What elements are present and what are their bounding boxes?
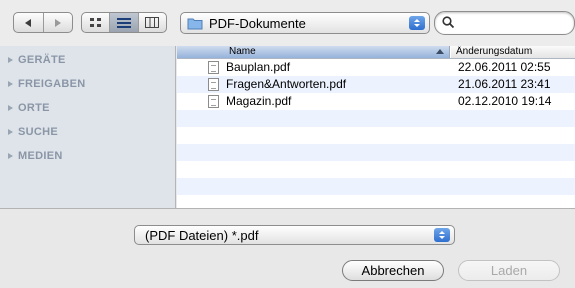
divider: [0, 208, 575, 209]
forward-button[interactable]: [44, 13, 73, 32]
icon-grid-icon: [89, 17, 101, 27]
file-name: Magazin.pdf: [226, 94, 292, 108]
disclosure-triangle-icon: [8, 81, 13, 87]
back-button[interactable]: [14, 13, 44, 32]
arrow-right-icon: [54, 18, 61, 27]
search-input[interactable]: [434, 11, 575, 35]
load-button[interactable]: Laden: [458, 260, 560, 281]
columns-icon: [145, 17, 160, 28]
empty-row: [177, 195, 575, 208]
column-view-button[interactable]: [139, 13, 166, 32]
file-name: Fragen&Antworten.pdf: [226, 77, 347, 91]
empty-row: [177, 161, 575, 178]
file-modified: 22.06.2011 02:55: [458, 60, 551, 74]
sidebar-item-label: SUCHE: [18, 126, 59, 138]
sidebar-item-shared[interactable]: FREIGABEN: [8, 78, 85, 90]
empty-row: [177, 127, 575, 144]
location-popup[interactable]: PDF-Dokumente: [180, 12, 430, 34]
sort-ascending-icon: [436, 49, 444, 54]
icon-view-button[interactable]: [82, 13, 111, 32]
sidebar-item-label: ORTE: [18, 102, 50, 114]
disclosure-triangle-icon: [8, 57, 13, 63]
sidebar-item-places[interactable]: ORTE: [8, 102, 50, 114]
file-row[interactable]: Fragen&Antworten.pdf 21.06.2011 23:41: [177, 76, 575, 93]
empty-row: [177, 178, 575, 195]
sidebar-item-search[interactable]: SUCHE: [8, 126, 58, 138]
empty-row: [177, 110, 575, 127]
disclosure-triangle-icon: [8, 153, 13, 159]
folder-icon: [187, 18, 203, 29]
popup-arrows-icon: [434, 228, 450, 242]
file-list: Name Änderungsdatum Bauplan.pdf 22.06.20…: [177, 46, 575, 208]
disclosure-triangle-icon: [8, 129, 13, 135]
location-label: PDF-Dokumente: [209, 15, 306, 31]
popup-arrows-icon: [409, 16, 425, 30]
file-modified: 21.06.2011 23:41: [458, 77, 551, 91]
history-navigation: [13, 12, 73, 33]
sidebar-item-label: GERÄTE: [18, 54, 66, 66]
list-header: Name Änderungsdatum: [177, 46, 575, 59]
sidebar-item-devices[interactable]: GERÄTE: [8, 54, 66, 66]
list-view-button[interactable]: [110, 13, 139, 32]
document-icon: [208, 78, 219, 91]
file-type-label: (PDF Dateien) *.pdf: [145, 227, 259, 243]
sidebar-item-media[interactable]: MEDIEN: [8, 150, 63, 162]
file-modified: 02.12.2010 19:14: [458, 94, 552, 108]
column-header-label: Änderungsdatum: [456, 46, 533, 57]
disclosure-triangle-icon: [8, 105, 13, 111]
view-mode-switcher: [81, 12, 167, 33]
file-row[interactable]: Magazin.pdf 02.12.2010 19:14: [177, 93, 575, 110]
column-header-label: Name: [229, 46, 256, 57]
sidebar: GERÄTE FREIGABEN ORTE SUCHE MEDIEN: [0, 46, 176, 208]
sidebar-item-label: FREIGABEN: [18, 78, 86, 90]
column-header-modified[interactable]: Änderungsdatum: [451, 46, 575, 58]
arrow-left-icon: [25, 18, 32, 27]
sidebar-item-label: MEDIEN: [18, 150, 63, 162]
file-row[interactable]: Bauplan.pdf 22.06.2011 02:55: [177, 59, 575, 76]
file-type-popup[interactable]: (PDF Dateien) *.pdf: [134, 225, 455, 245]
document-icon: [208, 61, 219, 74]
empty-row: [177, 144, 575, 161]
column-header-name[interactable]: Name: [177, 46, 450, 58]
cancel-button[interactable]: Abbrechen: [342, 260, 444, 281]
search-icon: [442, 16, 455, 29]
list-lines-icon: [116, 18, 131, 28]
document-icon: [208, 95, 219, 108]
file-name: Bauplan.pdf: [226, 60, 291, 74]
